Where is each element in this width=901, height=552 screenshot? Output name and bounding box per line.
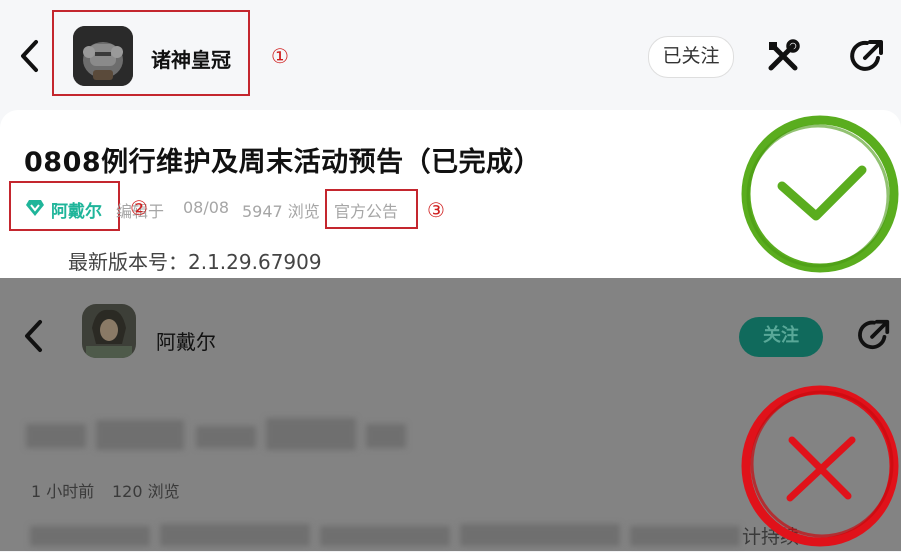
share-icon[interactable] <box>848 37 886 79</box>
annotation-number-3: ③ <box>427 198 445 222</box>
view-count: 120 浏览 <box>112 482 180 501</box>
annotation-number-1: ① <box>271 44 289 68</box>
followed-button[interactable]: 已关注 <box>648 36 734 78</box>
post-date: 08/08 <box>183 198 230 217</box>
back-arrow-icon[interactable] <box>18 38 42 74</box>
cross-mark-icon <box>738 382 901 552</box>
top-header: 诸神皇冠 ① 已关注 <box>0 0 901 110</box>
user-avatar[interactable] <box>82 304 136 358</box>
back-arrow-icon[interactable] <box>22 318 46 358</box>
view-count: 5947 浏览 <box>242 202 320 221</box>
tools-icon[interactable] <box>765 38 801 78</box>
post-title: 0808例行维护及周末活动预告（已完成） <box>24 147 542 178</box>
game-avatar[interactable] <box>73 26 133 86</box>
user-name[interactable]: 阿戴尔 <box>156 326 216 355</box>
verified-diamond-icon <box>25 199 45 221</box>
share-icon[interactable] <box>856 317 892 357</box>
category-tag[interactable]: 官方公告 <box>334 198 398 222</box>
official-post-panel: 诸神皇冠 ① 已关注 0808例行维护及周末活动预告（已完成） 阿戴尔 编辑于 … <box>0 0 901 278</box>
blurred-title <box>26 418 406 452</box>
annotation-number-2: ② <box>130 196 148 220</box>
author-name[interactable]: 阿戴尔 <box>51 197 102 222</box>
fake-post-panel: 阿戴尔 关注 1 小时前 120 浏览 计持续 <box>0 278 901 551</box>
game-name[interactable]: 诸神皇冠 <box>151 44 231 73</box>
post-time: 1 小时前 <box>31 482 95 501</box>
blurred-body <box>30 522 740 548</box>
version-line: 最新版本号：2.1.29.67909 <box>68 250 322 274</box>
follow-button[interactable]: 关注 <box>739 317 823 357</box>
check-mark-icon <box>738 112 901 280</box>
